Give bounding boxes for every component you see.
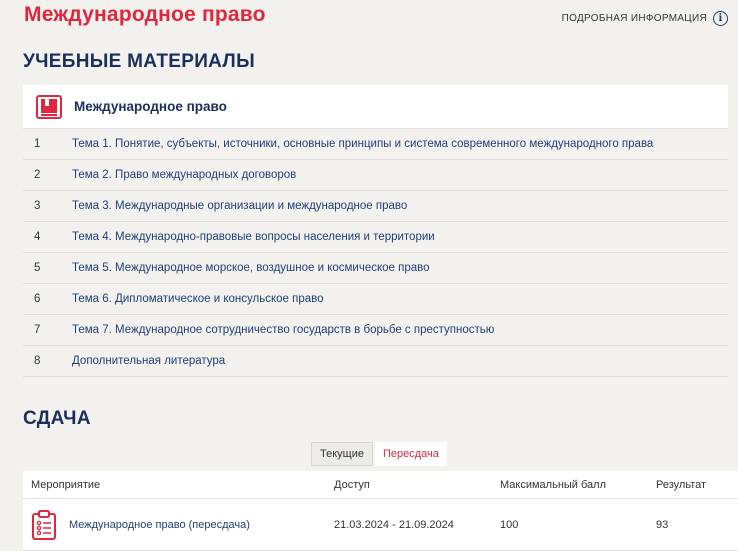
exam-section-title: СДАЧА [23, 408, 91, 429]
topic-row: 7 Тема 7. Международное сотрудничество г… [23, 315, 728, 346]
topic-number: 2 [34, 169, 41, 181]
topic-number: 3 [34, 200, 41, 212]
exam-tabs: Текущие Пересдача [311, 442, 447, 466]
topic-row: 6 Тема 6. Дипломатическое и консульское … [23, 284, 728, 315]
topic-link[interactable]: Тема 3. Международные организации и межд… [72, 200, 407, 212]
event-cell: Международное право (пересдача) [23, 509, 334, 540]
course-name: Международное право [74, 99, 227, 114]
tab-retake[interactable]: Пересдача [374, 442, 447, 466]
topic-number: 8 [34, 355, 41, 367]
column-header-max-score: Максимальный балл [500, 478, 606, 491]
topic-link[interactable]: Тема 7. Международное сотрудничество гос… [72, 324, 494, 336]
topic-row: 8 Дополнительная литература [23, 346, 728, 377]
column-header-event: Мероприятие [31, 478, 101, 491]
topic-row: 4 Тема 4. Международно-правовые вопросы … [23, 222, 728, 253]
topic-row: 1 Тема 1. Понятие, субъекты, источники, … [23, 129, 728, 160]
table-row: Международное право (пересдача) 21.03.20… [23, 499, 738, 551]
max-score-cell: 100 [500, 518, 519, 531]
access-cell: 21.03.2024 - 21.09.2024 [334, 518, 454, 531]
topic-link[interactable]: Тема 2. Право международных договоров [72, 169, 296, 181]
topic-number: 5 [34, 262, 41, 274]
topic-number: 6 [34, 293, 41, 305]
topic-link[interactable]: Дополнительная литература [72, 355, 225, 367]
topic-link[interactable]: Тема 6. Дипломатическое и консульское пр… [72, 293, 324, 305]
more-info-label: ПОДРОБНАЯ ИНФОРМАЦИЯ [561, 13, 707, 24]
clipboard-list-icon [32, 509, 56, 540]
column-header-access: Доступ [334, 478, 370, 491]
topic-row: 5 Тема 5. Международное морское, воздушн… [23, 253, 728, 284]
event-link[interactable]: Международное право (пересдача) [69, 519, 250, 531]
page-title: Международное право [24, 3, 266, 26]
book-icon [36, 94, 62, 119]
topic-link[interactable]: Тема 4. Международно-правовые вопросы на… [72, 231, 435, 243]
tab-current[interactable]: Текущие [311, 442, 373, 466]
column-header-result: Результат [656, 478, 707, 491]
more-info-link[interactable]: ПОДРОБНАЯ ИНФОРМАЦИЯ i [562, 11, 728, 26]
topic-link[interactable]: Тема 5. Международное морское, воздушное… [72, 262, 430, 274]
topic-row: 3 Тема 3. Международные организации и ме… [23, 191, 728, 222]
table-header: Мероприятие Доступ Максимальный балл Рез… [23, 471, 738, 499]
topic-number: 1 [34, 138, 41, 150]
topic-link[interactable]: Тема 1. Понятие, субъекты, источники, ос… [72, 138, 653, 150]
exam-table: Мероприятие Доступ Максимальный балл Рез… [23, 471, 738, 551]
result-cell: 93 [656, 518, 669, 531]
course-header: Международное право [23, 85, 728, 129]
topic-number: 4 [34, 231, 41, 243]
materials-card: Международное право 1 Тема 1. Понятие, с… [23, 85, 728, 377]
info-icon: i [713, 11, 728, 26]
topic-number: 7 [34, 324, 41, 336]
materials-section-title: УЧЕБНЫЕ МАТЕРИАЛЫ [23, 51, 255, 72]
topic-row: 2 Тема 2. Право международных договоров [23, 160, 728, 191]
